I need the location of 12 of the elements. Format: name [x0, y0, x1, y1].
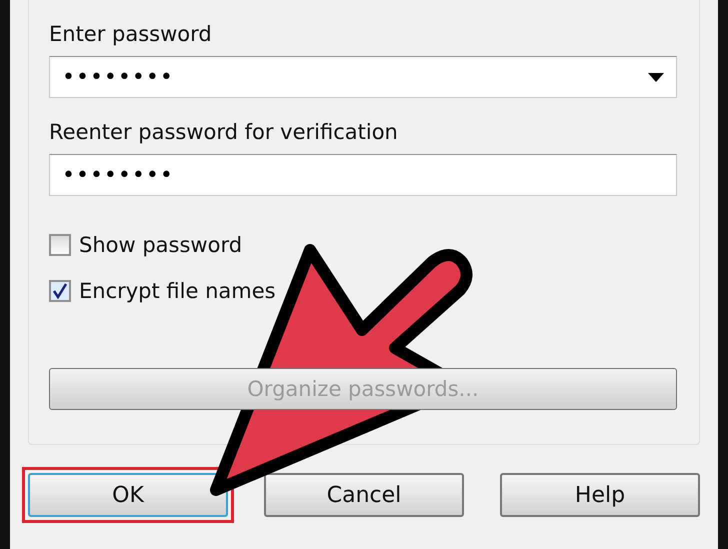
password-field[interactable]: •••••••• — [49, 154, 677, 196]
password-field[interactable]: •••••••• — [49, 56, 677, 98]
checkbox-label: Show password — [79, 233, 242, 257]
field-label: Reenter password for verification — [49, 120, 399, 144]
dialog-button[interactable]: Help — [500, 473, 700, 517]
checkbox[interactable] — [49, 234, 71, 256]
dropdown-caret-icon[interactable] — [648, 72, 664, 82]
field-label: Enter password — [49, 22, 213, 46]
dialog-button[interactable]: OK — [28, 473, 228, 517]
checkbox-label: Encrypt file names — [79, 279, 276, 303]
checkbox[interactable] — [49, 280, 71, 302]
dialog-button[interactable]: Cancel — [264, 473, 464, 517]
